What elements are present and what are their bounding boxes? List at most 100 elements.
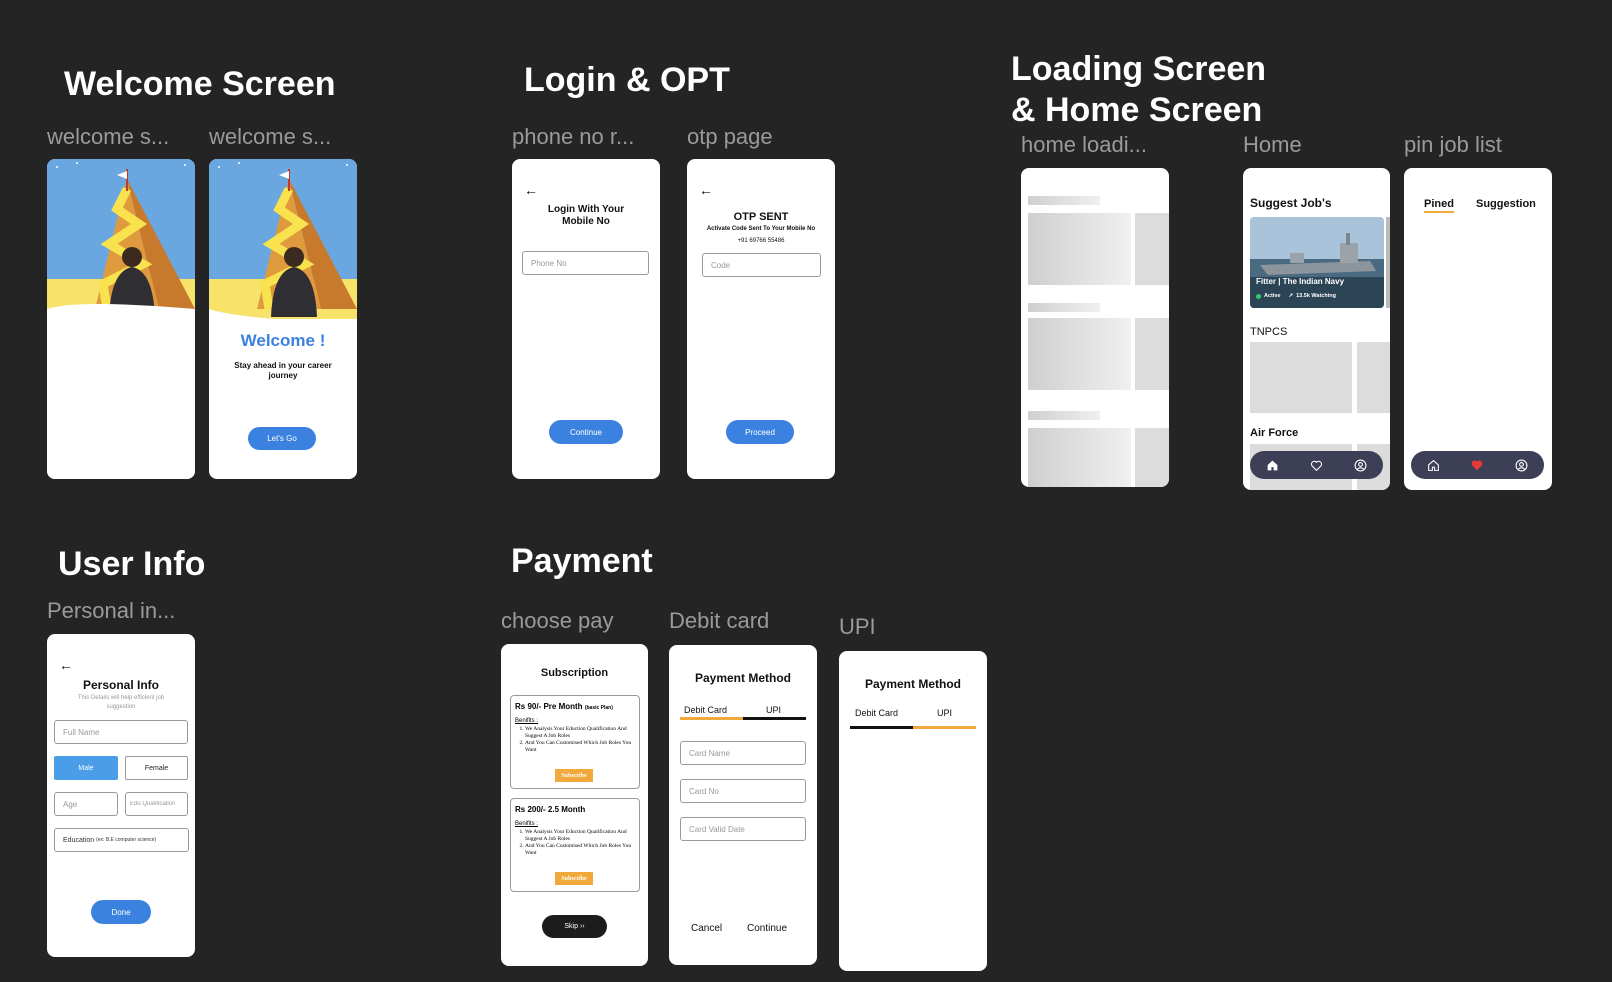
continue-button[interactable]: Continue	[747, 923, 787, 934]
frame-label-home: Home	[1243, 132, 1302, 157]
card-peek	[1386, 217, 1390, 308]
home-loading-screen	[1021, 168, 1169, 487]
cancel-button[interactable]: Cancel	[691, 923, 722, 934]
lets-go-button[interactable]: Let's Go	[248, 427, 316, 450]
phone-login-screen: ← Login With Your Mobile No Continue	[512, 159, 660, 479]
job-card-indian-navy[interactable]: Fitter | The Indian Navy Active ↗ 13.5k …	[1250, 217, 1384, 308]
tab-indicator	[850, 726, 913, 729]
login-title: Login With Your Mobile No	[547, 204, 625, 227]
personal-info-subtitle: This Details will help efficient job sug…	[77, 695, 165, 710]
watching-count: 13.5k Watching	[1296, 293, 1336, 299]
section-title-user-info: User Info	[58, 545, 206, 583]
tnpcs-card[interactable]	[1250, 342, 1352, 413]
tnpcs-card[interactable]	[1357, 342, 1390, 413]
back-arrow-icon[interactable]: ←	[699, 183, 713, 197]
skeleton-card	[1135, 318, 1169, 390]
benefit-item: We Analysis Your Eduction Qualification …	[525, 726, 637, 740]
benefits-list: We Analysis Your Eduction Qualification …	[515, 726, 637, 754]
tab-indicator	[743, 717, 806, 720]
payment-method-title: Payment Method	[864, 677, 961, 691]
done-button[interactable]: Done	[91, 900, 151, 924]
frame-label-welcome2: welcome s...	[209, 124, 332, 149]
upi-screen: Payment Method Debit Card UPI	[839, 651, 987, 971]
personal-info-screen: ← Personal Info This Details will help e…	[47, 634, 195, 957]
home-icon[interactable]	[1265, 458, 1279, 472]
tnpcs-heading: TNPCS	[1250, 326, 1288, 338]
tab-upi[interactable]: UPI	[937, 708, 952, 718]
education-label: Education	[63, 836, 95, 844]
section-title-loading: Loading Screen	[1011, 50, 1267, 88]
personal-info-title: Personal Info	[82, 678, 159, 692]
tab-debit-card[interactable]: Debit Card	[684, 705, 727, 715]
tab-suggestion[interactable]: Suggestion	[1476, 198, 1536, 210]
section-title-welcome: Welcome Screen	[64, 65, 336, 103]
full-name-input[interactable]	[54, 720, 188, 744]
male-option[interactable]: Male	[54, 756, 118, 780]
card-valid-date-input[interactable]	[680, 817, 806, 841]
welcome-screen-2: Welcome ! Stay ahead in your career jour…	[209, 159, 357, 479]
frame-label-pin-job: pin job list	[1404, 132, 1502, 157]
job-status: Active	[1264, 293, 1281, 299]
otp-code-input[interactable]	[702, 253, 821, 277]
frame-label-welcome1: welcome s...	[47, 124, 170, 149]
tab-indicator-active	[913, 726, 976, 729]
tab-pined[interactable]: Pined	[1424, 198, 1454, 213]
benefits-list: We Analysis Your Eduction Qualification …	[515, 829, 637, 857]
skeleton-heading	[1028, 411, 1100, 420]
heart-filled-icon[interactable]	[1470, 458, 1484, 472]
welcome-screen-1	[47, 159, 195, 479]
plan-card-premium[interactable]: Rs 200/- 2.5 Month Benifits : We Analysi…	[510, 798, 640, 892]
heart-icon[interactable]	[1309, 458, 1323, 472]
female-option[interactable]: Female	[125, 756, 188, 780]
edu-qualification-input[interactable]	[125, 792, 188, 816]
plan-price: Rs 90/- Pre Month	[515, 702, 583, 711]
suggest-jobs-heading: Suggest Job's	[1250, 196, 1332, 210]
debit-card-screen: Payment Method Debit Card UPI Cancel Con…	[669, 645, 817, 965]
card-number-input[interactable]	[680, 779, 806, 803]
tab-upi[interactable]: UPI	[766, 705, 781, 715]
home-icon[interactable]	[1426, 458, 1440, 472]
phone-input[interactable]	[522, 251, 649, 275]
otp-screen: ← OTP SENT Activate Code Sent To Your Mo…	[687, 159, 835, 479]
proceed-button[interactable]: Proceed	[726, 420, 794, 444]
otp-message: Activate Code Sent To Your Mobile No	[706, 226, 816, 232]
pin-job-list-screen: Pined Suggestion	[1404, 168, 1552, 490]
age-input[interactable]	[54, 792, 118, 816]
subscribe-button[interactable]: Subscribe	[555, 769, 593, 782]
benefit-item: We Analysis Your Eduction Qualification …	[525, 829, 637, 843]
skeleton-card	[1028, 213, 1131, 285]
bottom-nav	[1250, 451, 1383, 479]
trending-icon: ↗	[1288, 293, 1294, 299]
frame-label-phone: phone no r...	[512, 124, 635, 149]
subscribe-button[interactable]: Subscribe	[555, 872, 593, 885]
benefit-item: And You Can Customised Which Job Roles Y…	[525, 740, 637, 754]
frame-label-choose-pay: choose pay	[501, 608, 614, 633]
payment-method-title: Payment Method	[694, 671, 791, 685]
tab-debit-card[interactable]: Debit Card	[855, 708, 898, 718]
mountain-illustration	[47, 159, 195, 479]
continue-button[interactable]: Continue	[549, 420, 623, 444]
frame-label-otp: otp page	[687, 124, 773, 149]
bottom-nav	[1411, 451, 1544, 479]
plan-tag: (basic Plan)	[584, 705, 613, 711]
card-name-input[interactable]	[680, 741, 806, 765]
skip-button[interactable]: Skip ››	[542, 915, 607, 938]
skeleton-heading	[1028, 196, 1100, 205]
section-title-login: Login & OPT	[524, 61, 730, 99]
mountain-illustration	[209, 159, 357, 329]
profile-icon[interactable]	[1515, 458, 1529, 472]
education-input[interactable]: Education (ex: B.E computer science)	[54, 828, 189, 852]
section-title-home: & Home Screen	[1011, 91, 1263, 129]
plan-card-basic[interactable]: Rs 90/- Pre Month (basic Plan) Benifits …	[510, 695, 640, 789]
section-title-payment: Payment	[511, 542, 653, 580]
job-card-title: Fitter | The Indian Navy	[1256, 277, 1345, 286]
home-screen: Suggest Job's Fitter | The Indian Navy A…	[1243, 168, 1390, 490]
back-arrow-icon[interactable]: ←	[524, 183, 538, 197]
benefit-item: And You Can Customised Which Job Roles Y…	[525, 843, 637, 857]
profile-icon[interactable]	[1354, 458, 1368, 472]
back-arrow-icon[interactable]: ←	[59, 658, 73, 672]
skeleton-heading	[1028, 303, 1100, 312]
benefits-label: Benifits :	[515, 718, 539, 724]
active-dot-icon	[1256, 293, 1261, 299]
plan-price: Rs 200/- 2.5 Month	[515, 805, 586, 814]
